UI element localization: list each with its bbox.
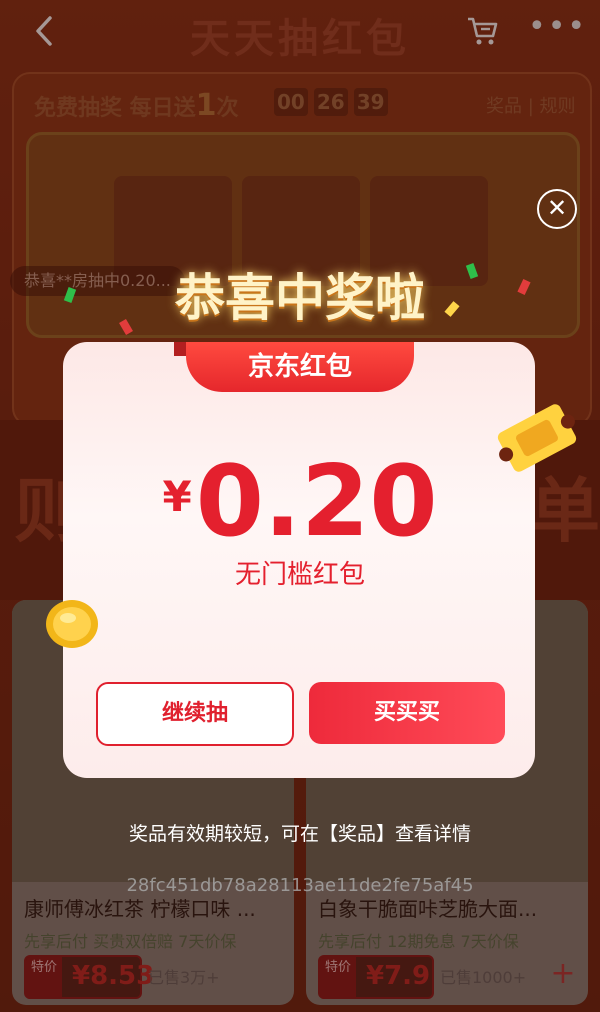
prize-type-tag: 京东红包 <box>174 342 414 392</box>
prize-subtitle: 无门槛红包 <box>234 560 365 590</box>
shop-now-button[interactable]: 买买买 <box>309 682 505 744</box>
continue-draw-button[interactable]: 继续抽 <box>96 682 294 746</box>
validity-note: 奖品有效期较短，可在【奖品】查看详情 <box>128 823 471 845</box>
congrats-headline: 恭喜中奖啦 <box>175 269 425 327</box>
amount-value: 0.20 <box>195 445 438 559</box>
watermark-hash: 28fc451db78a28113ae11de2fe75af45 <box>126 875 474 896</box>
coin-icon <box>44 596 100 652</box>
currency-symbol: ¥ <box>162 472 192 521</box>
close-icon[interactable]: ✕ <box>537 189 577 229</box>
coupon-icon <box>494 398 580 478</box>
